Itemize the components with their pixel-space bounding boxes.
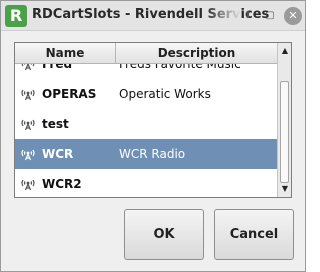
antenna-icon: [21, 89, 35, 101]
antenna-icon: [21, 149, 35, 161]
list-item-selected[interactable]: WCR WCR Radio: [15, 139, 277, 169]
antenna-icon: [21, 119, 35, 131]
keep-above-icon[interactable]: ⬆: [240, 8, 256, 24]
row-name: OPERAS: [42, 87, 97, 101]
column-header-description[interactable]: Description: [116, 43, 277, 63]
vertical-scrollbar[interactable]: ▲ ▼: [277, 43, 291, 197]
row-name: WCR: [42, 147, 74, 161]
list-item[interactable]: test: [15, 109, 277, 139]
maximize-icon[interactable]: ▢: [262, 8, 278, 24]
list-item[interactable]: WCR2: [15, 169, 277, 197]
scroll-thumb[interactable]: [280, 81, 289, 183]
column-header-name[interactable]: Name: [15, 43, 116, 63]
list-item[interactable]: OPERAS Operatic Works: [15, 79, 277, 109]
list-header: Name Description: [15, 43, 277, 64]
row-description: WCR Radio: [119, 147, 186, 161]
title-bar[interactable]: R RDCartSlots - Rivendell Services ⬆ ▢ ✕: [1, 1, 305, 31]
row-name: WCR2: [42, 177, 82, 191]
app-icon: R: [5, 5, 27, 27]
service-list[interactable]: Fred Freds Favorite Music OPERAS Operati…: [14, 42, 292, 198]
row-name: test: [42, 117, 69, 131]
dialog-window: R RDCartSlots - Rivendell Services ⬆ ▢ ✕…: [0, 0, 306, 272]
title-fade: [205, 1, 241, 30]
close-icon[interactable]: ✕: [284, 7, 302, 25]
ok-button[interactable]: OK: [124, 209, 204, 260]
scroll-down-icon[interactable]: ▼: [279, 182, 291, 196]
row-description: Operatic Works: [119, 87, 211, 101]
antenna-icon: [21, 179, 35, 191]
cancel-button[interactable]: Cancel: [214, 209, 294, 260]
scroll-up-icon[interactable]: ▲: [279, 44, 291, 58]
